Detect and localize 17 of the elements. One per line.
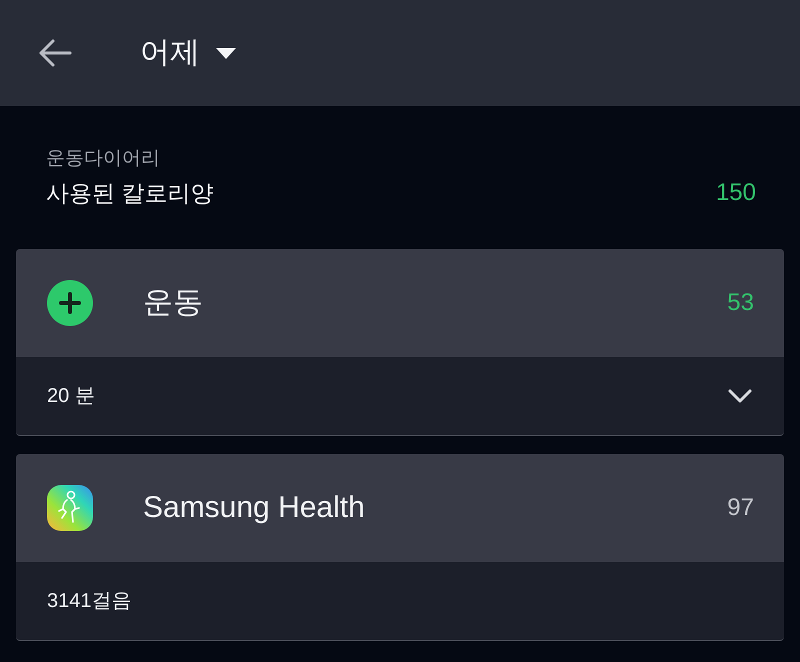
chevron-down-icon[interactable] xyxy=(728,389,752,403)
entry-title: 운동 xyxy=(143,288,203,318)
running-person-app-icon xyxy=(47,485,93,531)
total-calories-value: 150 xyxy=(716,181,756,205)
calorie-value: 53 xyxy=(727,291,754,315)
calorie-value: 97 xyxy=(727,496,754,520)
back-arrow-icon[interactable] xyxy=(38,39,72,67)
summary-label: 사용된 칼로리양 xyxy=(46,182,214,204)
entry-card[interactable]: Samsung Health 97 3141걸음 xyxy=(16,454,784,641)
plus-icon[interactable] xyxy=(47,280,93,326)
section-caption: 운동다이어리 xyxy=(46,149,160,168)
entry-card[interactable]: 운동 53 20 분 xyxy=(16,249,784,436)
caret-down-icon xyxy=(216,48,236,58)
entry-detail: 20 분 xyxy=(47,386,95,406)
entry-title: Samsung Health xyxy=(143,493,365,523)
date-dropdown[interactable]: 어제 xyxy=(140,38,236,68)
entry-detail: 3141걸음 xyxy=(47,591,132,611)
